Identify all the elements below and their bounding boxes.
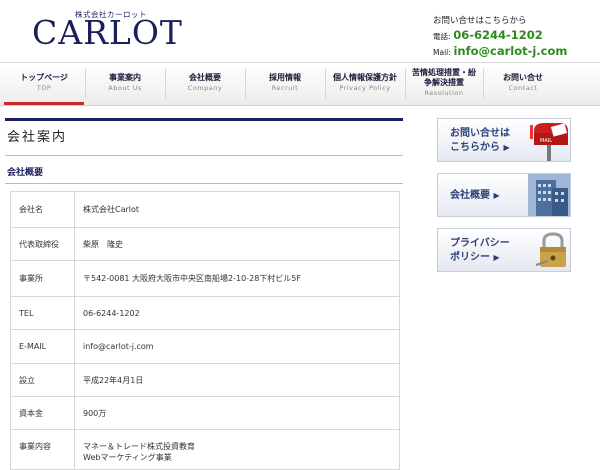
building-icon: [528, 174, 570, 216]
nav-sublabel: Recruit: [271, 84, 299, 92]
mailbox-icon: MAIL: [530, 123, 568, 161]
header-phone[interactable]: 06-6244-1202: [453, 28, 543, 42]
nav-sublabel: Privacy Policy: [339, 84, 391, 92]
row-key: 事業内容: [19, 442, 51, 451]
table-row: 設立 平成22年4月1日: [10, 363, 400, 397]
table-row: 事業内容 マネー＆トレード株式投資教育 Webマーケティング事業: [10, 429, 400, 470]
row-value: 900万: [83, 408, 107, 418]
row-value: 〒542-0081 大阪府大阪市中央区南船場2-10-28下村ビル5F: [83, 274, 301, 283]
nav-item-about[interactable]: 事業案内 About Us: [86, 63, 164, 105]
nav-item-top[interactable]: トップページ TOP: [4, 63, 84, 105]
header-email[interactable]: info@carlot-j.com: [453, 44, 567, 58]
main-content: 会社案内 会社概要 会社名 株式会社Carlot 代表取締役 柴原 隆史 事業所…: [5, 118, 403, 470]
row-key: 代表取締役: [19, 239, 59, 249]
row-key: TEL: [19, 308, 34, 318]
row-value: info@carlot-j.com: [83, 342, 154, 351]
contact-banner[interactable]: お問い合せは こちらから ▶ MAIL: [437, 118, 571, 162]
arrow-right-icon: ▶: [493, 253, 500, 262]
nav-item-resolution[interactable]: 苦情処理措置・紛争解決措置 Resolution: [406, 63, 482, 105]
table-row: 会社名 株式会社Carlot: [10, 191, 400, 228]
row-value: 06-6244-1202: [83, 308, 140, 318]
nav-label: 個人情報保護方針: [333, 73, 397, 82]
arrow-right-icon: ▶: [493, 191, 500, 200]
global-nav: トップページ TOP 事業案内 About Us 会社概要 Company 採用…: [0, 62, 600, 106]
row-value: 平成22年4月1日: [83, 375, 144, 385]
company-banner[interactable]: 会社概要 ▶: [437, 173, 571, 217]
row-key: E-MAIL: [19, 342, 47, 351]
table-row: E-MAIL info@carlot-j.com: [10, 329, 400, 364]
company-banner-label: 会社概要: [450, 190, 490, 201]
table-row: 事業所 〒542-0081 大阪府大阪市中央区南船場2-10-28下村ビル5F: [10, 260, 400, 297]
company-info-table: 会社名 株式会社Carlot 代表取締役 柴原 隆史 事業所 〒542-0081…: [10, 191, 400, 470]
nav-label: 会社概要: [189, 73, 221, 82]
mail-label: Mail:: [433, 48, 451, 57]
site-logo[interactable]: CARLOT: [32, 12, 183, 54]
row-value-line2: Webマーケティング事業: [83, 453, 172, 462]
nav-label: 苦情処理措置・紛争解決措置: [412, 68, 476, 87]
nav-sublabel: TOP: [36, 84, 52, 92]
privacy-banner-line2: ポリシー: [450, 252, 490, 263]
nav-label: トップページ: [20, 73, 68, 82]
row-key: 設立: [19, 375, 35, 385]
nav-item-company[interactable]: 会社概要 Company: [166, 63, 244, 105]
nav-item-contact[interactable]: お問い合せ Contact: [484, 63, 562, 105]
row-key: 会社名: [19, 205, 43, 214]
row-value: 株式会社Carlot: [83, 205, 140, 214]
nav-label: お問い合せ: [503, 73, 543, 82]
nav-sublabel: Contact: [508, 84, 538, 92]
table-row: TEL 06-6244-1202: [10, 296, 400, 330]
row-value: マネー＆トレード株式投資教育: [83, 442, 195, 451]
header-contact: お問い合せはこちらから 電話: 06-6244-1202 Mail: info@…: [433, 14, 567, 60]
mailbox-label: MAIL: [540, 138, 552, 144]
padlock-icon: [535, 232, 566, 267]
contact-banner-line2: こちらから: [450, 142, 500, 153]
row-value: 柴原 隆史: [83, 239, 123, 249]
nav-sublabel: Company: [187, 84, 223, 92]
nav-item-recruit[interactable]: 採用情報 Recruit: [246, 63, 324, 105]
phone-label: 電話:: [433, 32, 451, 41]
nav-label: 採用情報: [269, 73, 301, 82]
nav-sublabel: Resolution: [424, 89, 464, 97]
site-header: 株式会社カーロット CARLOT お問い合せはこちらから 電話: 06-6244…: [0, 0, 600, 62]
nav-label: 事業案内: [109, 73, 141, 82]
contact-banner-line1: お問い合せは: [450, 128, 510, 139]
nav-sublabel: About Us: [108, 84, 142, 92]
sidebar: お問い合せは こちらから ▶ MAIL 会社概要 ▶ プライバシー ポリシー ▶: [437, 118, 579, 283]
nav-item-privacy[interactable]: 個人情報保護方針 Privacy Policy: [326, 63, 404, 105]
privacy-banner[interactable]: プライバシー ポリシー ▶: [437, 228, 571, 272]
arrow-right-icon: ▶: [503, 143, 510, 152]
section-title: 会社概要: [5, 163, 403, 184]
privacy-banner-line1: プライバシー: [450, 238, 510, 249]
table-row: 代表取締役 柴原 隆史: [10, 227, 400, 261]
row-key: 資本金: [19, 408, 43, 418]
table-row: 資本金 900万: [10, 396, 400, 430]
contact-heading: お問い合せはこちらから: [433, 16, 527, 26]
row-key: 事業所: [19, 274, 43, 283]
page-title: 会社案内: [5, 118, 403, 156]
